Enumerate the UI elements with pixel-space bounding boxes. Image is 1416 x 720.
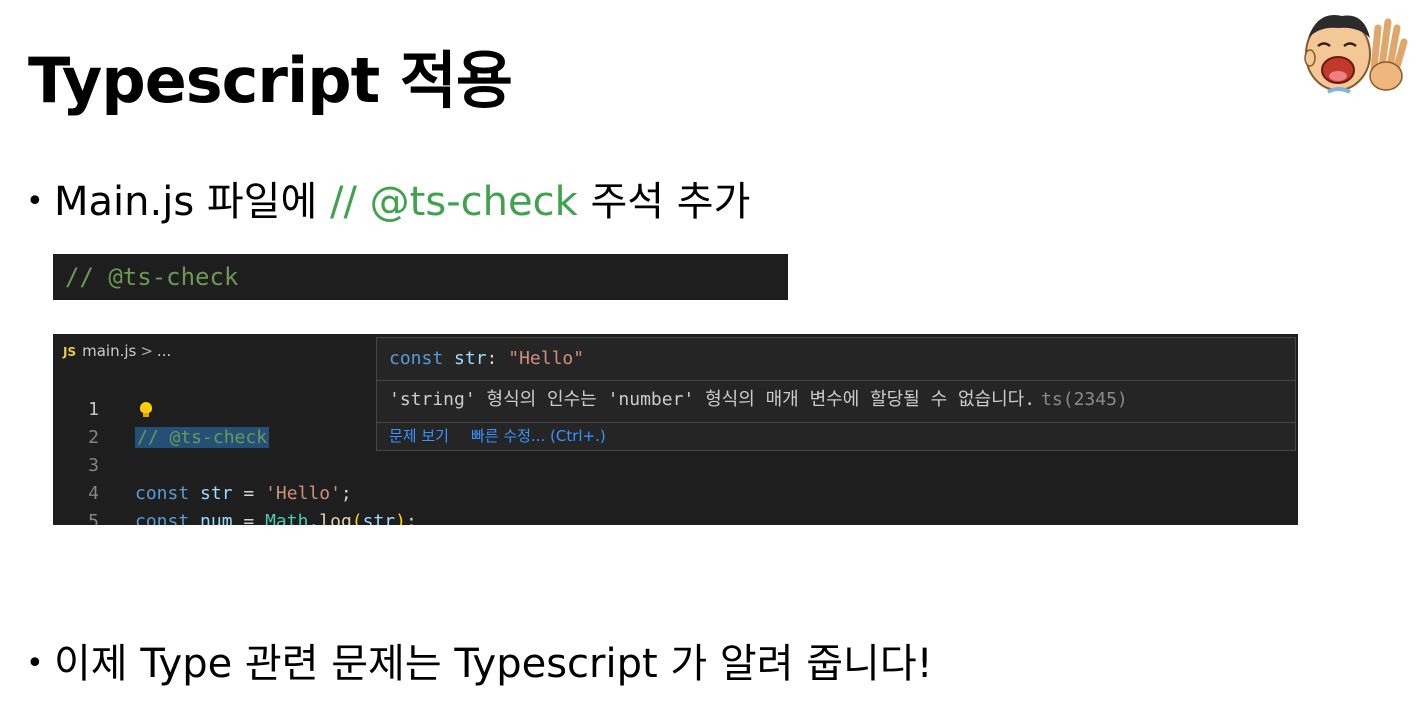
code-line-6[interactable]: 6: [53, 508, 1298, 525]
keyword-const: const: [389, 348, 444, 369]
snippet-code: // @ts-check: [65, 263, 239, 291]
code-line-5[interactable]: 5 console.log(num);: [53, 480, 1298, 525]
bullet-ts-check-highlight: // @ts-check: [330, 179, 578, 225]
lightbulb-icon[interactable]: [139, 402, 153, 418]
hover-signature: const str: "Hello": [389, 348, 584, 370]
slide-title: Typescript 적용: [28, 44, 513, 117]
view-problem-link[interactable]: 문제 보기: [389, 427, 449, 445]
colon: :: [486, 348, 509, 369]
breadcrumb-separator: >: [140, 342, 153, 360]
divider: [377, 380, 1295, 381]
bullet-text-suffix: 주석 추가: [577, 179, 751, 225]
bullet-text: 이제 Type 관련 문제는 Typescript 가 알려 줍니다!: [54, 641, 933, 687]
quick-fix-link[interactable]: 빠른 수정... (Ctrl+.): [471, 427, 606, 445]
js-file-icon: JS: [63, 345, 77, 359]
hover-actions: 문제 보기 빠른 수정... (Ctrl+.): [389, 426, 628, 446]
variable-str: str: [454, 348, 487, 369]
code-line-4[interactable]: 4 const num = Math.log(str);: [53, 452, 1298, 525]
breadcrumb[interactable]: JS main.js >...: [63, 342, 171, 360]
error-hover-tooltip: const str: "Hello" 'string' 형식의 인수는 'num…: [376, 337, 1296, 451]
bullet-add-ts-check: • Main.js 파일에 // @ts-check 주석 추가: [26, 178, 750, 226]
error-code: ts(2345): [1041, 389, 1128, 410]
mascot-illustration: [1304, 14, 1408, 94]
error-message-text: 'string' 형식의 인수는 'number' 형식의 매개 변수에 할당될…: [389, 389, 1036, 410]
type-value: "Hello": [508, 348, 585, 369]
bullet-text-prefix: Main.js 파일에: [54, 179, 330, 225]
divider: [377, 422, 1295, 423]
breadcrumb-more[interactable]: ...: [157, 342, 171, 360]
breadcrumb-file[interactable]: main.js: [82, 342, 136, 360]
error-message: 'string' 형식의 인수는 'number' 형식의 매개 변수에 할당될…: [389, 388, 1128, 412]
bullet-typescript-notifies: • 이제 Type 관련 문제는 Typescript 가 알려 줍니다!: [26, 640, 933, 688]
bullet-dot: •: [26, 646, 44, 681]
ts-check-code-snippet: // @ts-check: [53, 254, 788, 300]
bullet-dot: •: [26, 184, 44, 219]
